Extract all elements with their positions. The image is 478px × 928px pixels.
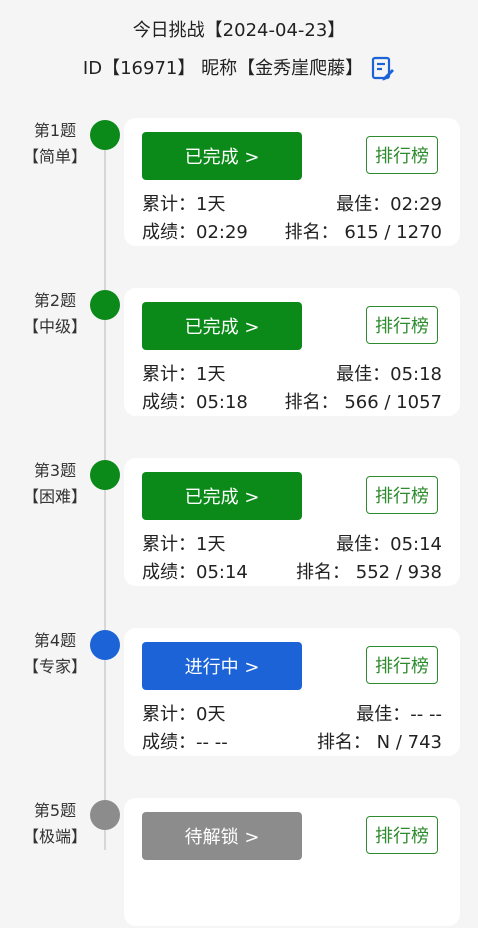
best-time: 最佳：02:29 (336, 194, 442, 215)
difficulty-label: 【困难】 (22, 487, 87, 506)
cumulative-days: 累计：1天 (142, 364, 226, 385)
status-button[interactable]: 已完成 > (142, 132, 302, 180)
leaderboard-button[interactable]: 排行榜 (366, 816, 438, 854)
score-time: 成绩：05:18 (142, 392, 248, 413)
challenge-item-4: 第4题 【专家】 进行中 > 排行榜 累计：0天 最佳：-- -- 成绩：-- … (0, 628, 478, 758)
rank-value: 排名： N / 743 (316, 732, 442, 753)
challenge-card: 已完成 > 排行榜 累计：1天 最佳：05:18 成绩：05:18 排名： 56… (124, 288, 460, 416)
edit-icon[interactable] (371, 56, 395, 82)
rank-value: 排名： 552 / 938 (296, 562, 442, 583)
question-number: 第3题 (33, 461, 77, 480)
challenge-card: 已完成 > 排行榜 累计：1天 最佳：02:29 成绩：02:29 排名： 61… (124, 118, 460, 246)
status-button[interactable]: 已完成 > (142, 302, 302, 350)
challenge-card: 已完成 > 排行榜 累计：1天 最佳：05:14 成绩：05:14 排名： 55… (124, 458, 460, 586)
question-label: 第5题 【极端】 (20, 798, 90, 850)
question-label: 第2题 【中级】 (20, 288, 90, 340)
status-button[interactable]: 待解锁 > (142, 812, 302, 860)
challenge-date-title: 今日挑战【2024-04-23】 (132, 20, 346, 41)
challenge-item-2: 第2题 【中级】 已完成 > 排行榜 累计：1天 最佳：05:18 成绩：05:… (0, 288, 478, 418)
question-label: 第3题 【困难】 (20, 458, 90, 510)
question-number: 第4题 (33, 631, 77, 650)
best-time: 最佳：05:18 (336, 364, 442, 385)
status-dot (90, 120, 120, 150)
question-number: 第5题 (33, 801, 77, 820)
score-time: 成绩：02:29 (142, 222, 248, 243)
question-label: 第4题 【专家】 (20, 628, 90, 680)
difficulty-label: 【简单】 (22, 147, 87, 166)
challenge-item-3: 第3题 【困难】 已完成 > 排行榜 累计：1天 最佳：05:14 成绩：05:… (0, 458, 478, 588)
leaderboard-button[interactable]: 排行榜 (366, 646, 438, 684)
status-dot (90, 800, 120, 830)
best-time: 最佳：-- -- (356, 704, 442, 725)
status-dot (90, 460, 120, 490)
cumulative-days: 累计：1天 (142, 534, 226, 555)
difficulty-label: 【专家】 (22, 657, 87, 676)
rank-value: 排名： 566 / 1057 (284, 392, 442, 413)
user-info-line: ID【16971】 昵称【金秀崖爬藤】 (0, 54, 478, 84)
challenge-card: 进行中 > 排行榜 累计：0天 最佳：-- -- 成绩：-- -- 排名： N … (124, 628, 460, 756)
user-id-nickname: ID【16971】 昵称【金秀崖爬藤】 (82, 58, 364, 79)
leaderboard-button[interactable]: 排行榜 (366, 306, 438, 344)
leaderboard-button[interactable]: 排行榜 (366, 476, 438, 514)
best-time: 最佳：05:14 (336, 534, 442, 555)
difficulty-label: 【极端】 (22, 827, 87, 846)
score-time: 成绩：-- -- (142, 732, 228, 753)
difficulty-label: 【中级】 (22, 317, 87, 336)
status-dot (90, 630, 120, 660)
challenge-card: 待解锁 > 排行榜 (124, 798, 460, 926)
question-number: 第1题 (33, 121, 77, 140)
leaderboard-button[interactable]: 排行榜 (366, 136, 438, 174)
challenge-item-1: 第1题 【简单】 已完成 > 排行榜 累计：1天 最佳：02:29 成绩：02:… (0, 118, 478, 248)
challenge-header: 今日挑战【2024-04-23】 ID【16971】 昵称【金秀崖爬藤】 (0, 0, 478, 100)
status-dot (90, 290, 120, 320)
status-button[interactable]: 进行中 > (142, 642, 302, 690)
challenge-item-5: 第5题 【极端】 待解锁 > 排行榜 (0, 798, 478, 928)
rank-value: 排名： 615 / 1270 (284, 222, 442, 243)
status-button[interactable]: 已完成 > (142, 472, 302, 520)
cumulative-days: 累计：0天 (142, 704, 226, 725)
cumulative-days: 累计：1天 (142, 194, 226, 215)
question-number: 第2题 (33, 291, 77, 310)
score-time: 成绩：05:14 (142, 562, 248, 583)
question-label: 第1题 【简单】 (20, 118, 90, 170)
